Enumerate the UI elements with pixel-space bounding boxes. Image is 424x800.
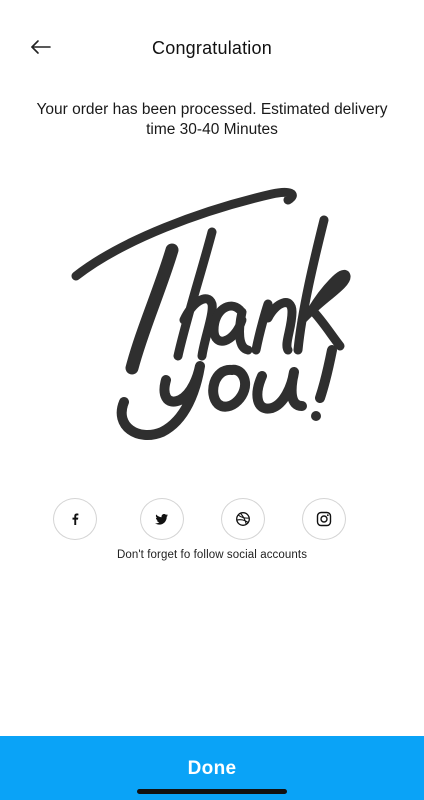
twitter-button[interactable] [140,498,184,540]
instagram-button[interactable] [302,498,346,540]
facebook-icon [72,513,79,525]
header: Congratulation [0,0,424,96]
twitter-icon [155,514,168,525]
follow-social-caption: Don't forget fo follow social accounts [116,549,308,561]
instagram-icon [316,511,332,527]
home-indicator [137,789,287,794]
order-status-message: Your order has been processed. Estimated… [36,101,388,138]
dribbble-button[interactable] [221,498,265,540]
thank-you-illustration [71,187,351,440]
social-links [0,498,424,540]
done-button-label: Done [187,758,237,779]
page-title: Congratulation [152,38,272,58]
dribbble-icon [236,512,250,526]
facebook-button[interactable] [53,498,97,540]
